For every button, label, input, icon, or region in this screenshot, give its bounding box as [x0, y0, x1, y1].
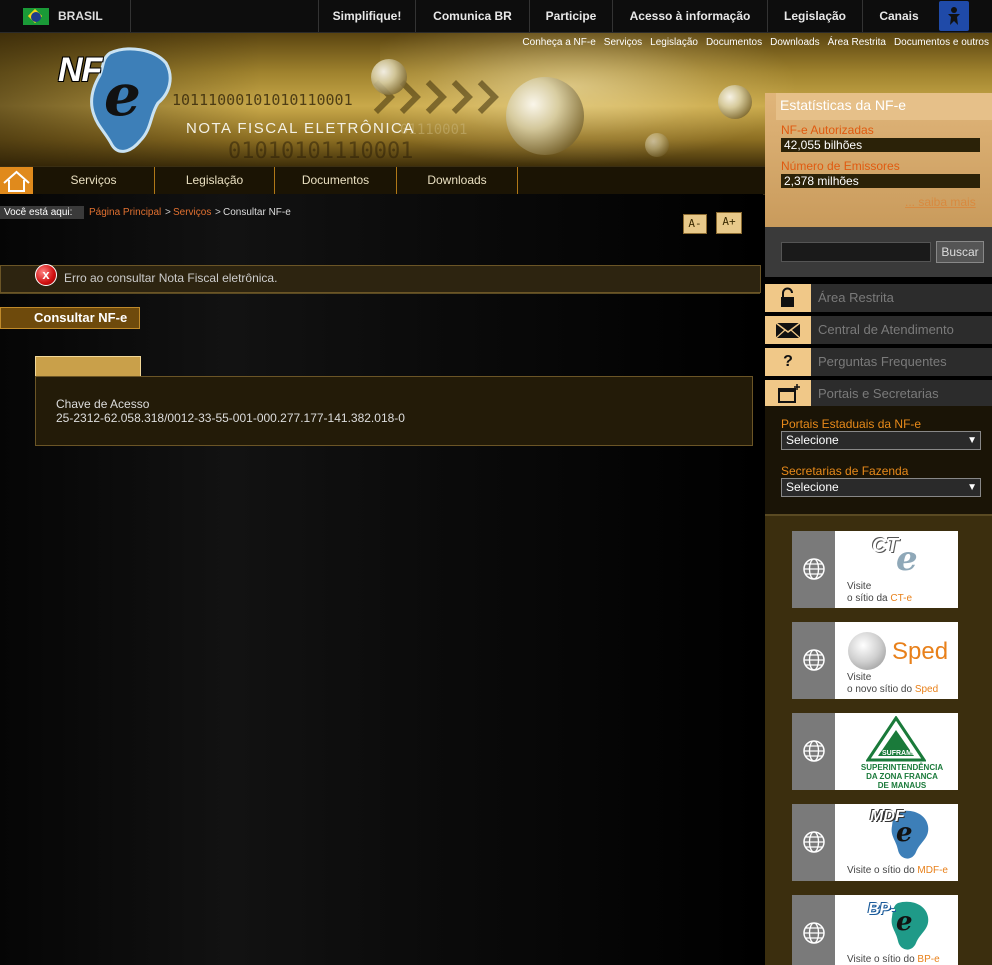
banner-bpe[interactable]: BP- e Visite o sítio do BP-e: [792, 895, 958, 965]
header-top-links: Conheça a NF-e Serviços Legislação Document…: [514, 37, 989, 48]
gov-link-legislacao[interactable]: Legislação: [767, 0, 862, 32]
brasil-link[interactable]: BRASIL: [0, 0, 131, 32]
globe-icon: [792, 622, 835, 699]
gov-link-simplifique[interactable]: Simplifique!: [318, 0, 415, 32]
stats-issuers-label: Número de Emissores: [781, 159, 900, 173]
breadcrumb-label: Você está aqui:: [0, 206, 84, 219]
banner-cte[interactable]: CT e Visite o sítio da CT-e: [792, 531, 958, 608]
banner-suframa[interactable]: SUFRAMA SUPERINTENDÊNCIA DA ZONA FRANCA DE…: [792, 713, 958, 790]
accessibility-icon[interactable]: [939, 1, 969, 31]
error-icon: x: [35, 264, 57, 286]
font-decrease-button[interactable]: A-: [683, 214, 707, 234]
nfe-logo-text: NF: [58, 51, 102, 89]
top-link-documentos[interactable]: Documentos: [706, 37, 762, 48]
sidebar-item-label: Central de Atendimento: [818, 322, 954, 337]
gov-bar: BRASIL Simplifique! Comunica BR Particip…: [0, 0, 992, 33]
tab-result[interactable]: [35, 356, 141, 377]
top-link-conheca[interactable]: Conheça a NF-e: [522, 37, 595, 48]
window-plus-icon: [765, 380, 811, 408]
lock-icon: [765, 284, 811, 312]
banner-mdfe[interactable]: MDF e Visite o sítio do MDF-e: [792, 804, 958, 881]
sidebar-item-perguntas-frequentes[interactable]: ? Perguntas Frequentes: [765, 348, 992, 376]
access-key-label: Chave de Acesso: [56, 397, 150, 411]
globe-icon: [792, 713, 835, 790]
sped-logo: Sped: [892, 638, 949, 665]
header-subtitle: NOTA FISCAL ELETRÔNICA: [186, 120, 415, 137]
sped-sphere-icon: [848, 632, 886, 670]
breadcrumb-current: Consultar NF-e: [223, 207, 291, 218]
menu-downloads[interactable]: Downloads: [397, 167, 518, 194]
sidebar-item-area-restrita[interactable]: Área Restrita: [765, 284, 992, 312]
error-message: Erro ao consultar Nota Fiscal eletrônica…: [64, 271, 278, 285]
cte-line1: Visite: [847, 581, 872, 592]
access-key-value: 25-2312-62.058.318/0012-33-55-001-000.27…: [56, 411, 405, 425]
gov-link-canais[interactable]: Canais: [862, 0, 935, 32]
gov-link-acesso-informacao[interactable]: Acesso à informação: [612, 0, 767, 32]
top-link-downloads[interactable]: Downloads: [770, 37, 819, 48]
page-title: Consultar NF-e: [0, 307, 140, 329]
search-input[interactable]: [781, 242, 931, 262]
globe-icon: [792, 804, 835, 881]
question-icon: ?: [765, 348, 811, 376]
breadcrumb-sep: >: [165, 207, 171, 218]
sidebar-item-central-atendimento[interactable]: Central de Atendimento: [765, 316, 992, 344]
stats-issuers-value: 2,378 milhões: [781, 174, 980, 188]
sped-line1: Visite: [847, 672, 872, 683]
cte-line2: o sítio da CT-e: [847, 593, 913, 604]
search-button[interactable]: Buscar: [936, 241, 984, 263]
suframa-text: SUPERINTENDÊNCIA DA ZONA FRANCA DE MANAUS: [860, 763, 944, 790]
fazenda-label: Secretarias de Fazenda: [781, 464, 909, 478]
gov-link-comunica-br[interactable]: Comunica BR: [415, 0, 529, 32]
cte-logo: CT: [872, 535, 899, 557]
header-binary-1: 10111000101010110001: [172, 91, 353, 109]
state-portals-select[interactable]: Selecione ▼: [781, 431, 981, 450]
chevron-down-icon: ▼: [967, 482, 977, 493]
sped-line2: o novo sítio do Sped: [847, 684, 939, 695]
cte-logo-e: e: [896, 539, 918, 579]
envelope-icon: [765, 316, 811, 344]
top-link-area-restrita[interactable]: Área Restrita: [828, 37, 886, 48]
menu-legislacao[interactable]: Legislação: [155, 167, 275, 194]
banner-sped[interactable]: Sped Visite o novo sítio do Sped: [792, 622, 958, 699]
menu-servicos[interactable]: Serviços: [33, 167, 155, 194]
sidebar-item-label: Perguntas Frequentes: [818, 354, 947, 369]
sidebar-item-label: Área Restrita: [818, 290, 894, 305]
menu-documentos[interactable]: Documentos: [275, 167, 397, 194]
sidebar-item-portais-secretarias[interactable]: Portais e Secretarias: [765, 380, 992, 408]
globe-icon: [792, 895, 835, 965]
font-increase-button[interactable]: A+: [716, 212, 742, 234]
breadcrumb-servicos[interactable]: Serviços: [173, 206, 211, 219]
stats-more-link[interactable]: ... saiba mais: [905, 195, 976, 209]
suframa-logo: SUFRAMA: [882, 750, 917, 757]
mdfe-logo-e: e: [896, 818, 913, 848]
breadcrumb-sep: >: [215, 207, 221, 218]
nfe-logo-e: e: [104, 61, 141, 129]
globe-icon: [792, 531, 835, 608]
divider: [0, 293, 760, 294]
chevron-down-icon: ▼: [967, 435, 977, 446]
fazenda-select[interactable]: Selecione ▼: [781, 478, 981, 497]
stats-authorized-label: NF-e Autorizadas: [781, 123, 874, 137]
stats-title: Estatísticas da NF-e: [776, 93, 992, 120]
mdfe-line1: Visite o sítio do MDF-e: [847, 865, 948, 876]
top-link-servicos[interactable]: Serviços: [604, 37, 642, 48]
main-menu: Serviços Legislação Documentos Downloads: [0, 166, 765, 195]
sidebar-item-label: Portais e Secretarias: [818, 386, 939, 401]
top-link-documentos-outros[interactable]: Documentos e outros: [894, 37, 989, 48]
brasil-label: BRASIL: [58, 9, 103, 23]
brazil-flag-icon: [23, 8, 49, 25]
bpe-logo-e: e: [896, 907, 913, 937]
state-portals-label: Portais Estaduais da NF-e: [781, 417, 922, 431]
stats-authorized-value: 42,055 bilhões: [781, 138, 980, 152]
home-icon[interactable]: [0, 167, 33, 194]
breadcrumb-home[interactable]: Página Principal: [89, 206, 161, 219]
bpe-logo: BP-: [868, 901, 896, 918]
gov-link-participe[interactable]: Participe: [529, 0, 612, 32]
bpe-line1: Visite o sítio do BP-e: [847, 954, 940, 965]
header-binary-3: 01010101110001: [228, 139, 414, 164]
top-link-legislacao[interactable]: Legislação: [650, 37, 698, 48]
